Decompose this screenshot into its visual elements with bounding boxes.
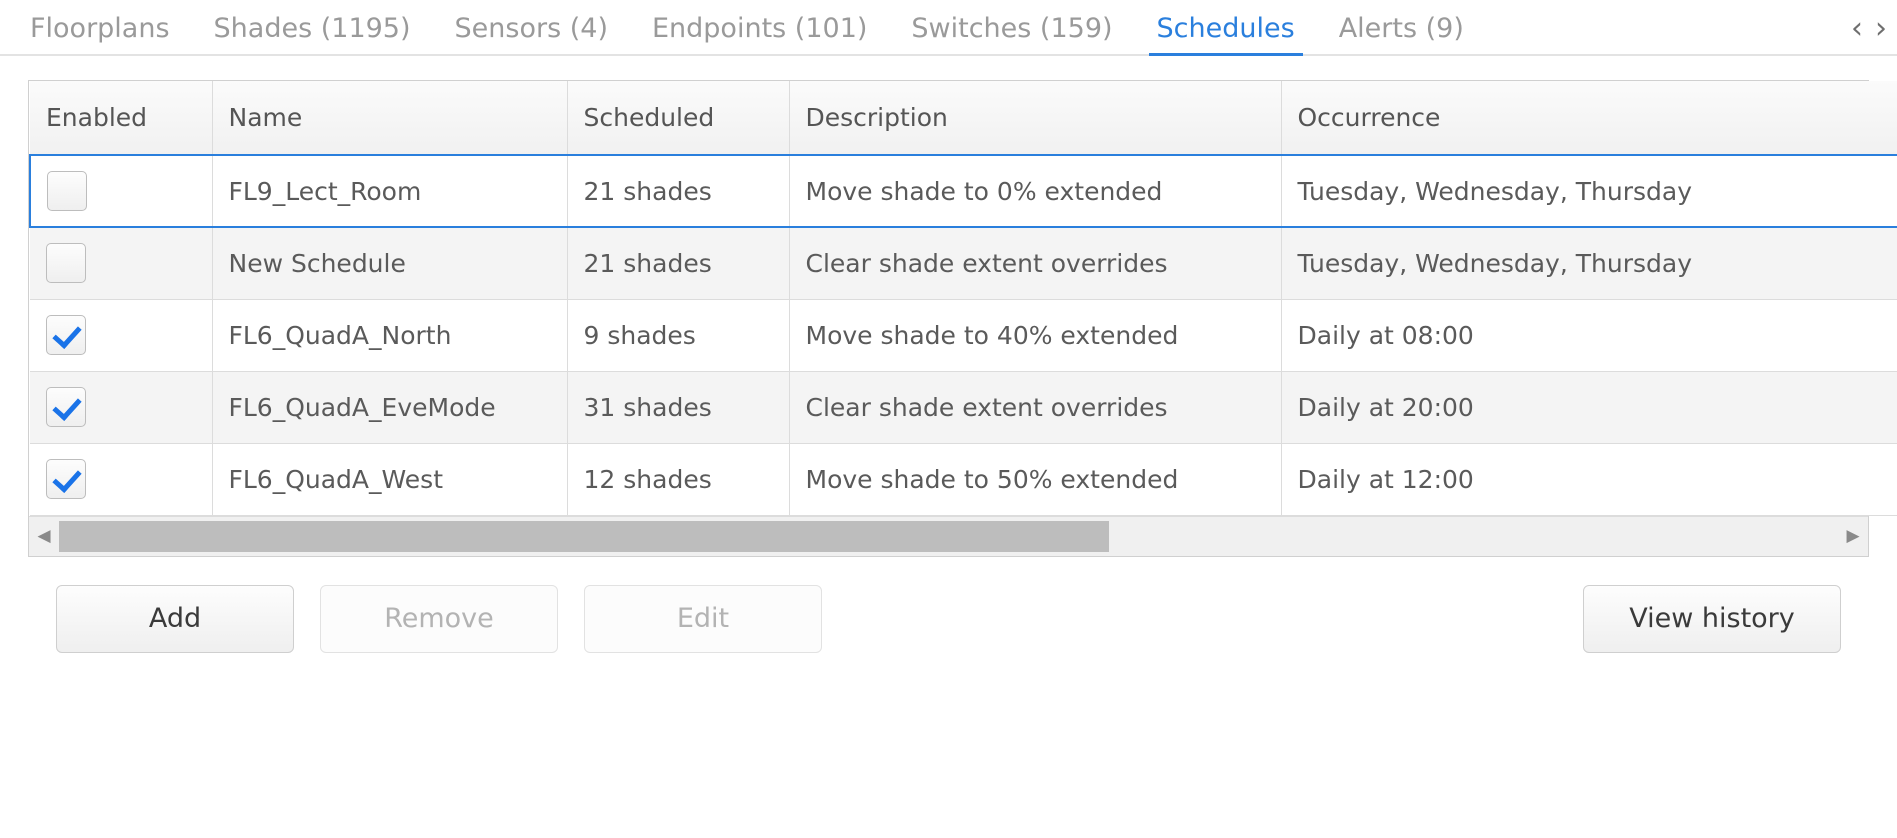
column-header-enabled[interactable]: Enabled [30, 81, 213, 156]
add-button[interactable]: Add [56, 584, 294, 653]
cell-occurrence: Tuesday, Wednesday, Thursday [1281, 227, 1897, 300]
tab-shades-1195[interactable]: Shades (1195) [192, 15, 433, 54]
view-history-button[interactable]: View history [1583, 584, 1841, 653]
cell-name: FL6_QuadA_EveMode [212, 371, 568, 444]
tab-alerts-9[interactable]: Alerts (9) [1317, 15, 1486, 54]
tab-schedules[interactable]: Schedules [1135, 15, 1317, 56]
cell-scheduled: 9 shades [567, 299, 790, 372]
cell-description: Move shade to 0% extended [789, 154, 1282, 228]
tab-endpoints-101[interactable]: Endpoints (101) [630, 15, 889, 54]
table-header-row: Enabled Name Scheduled Description Occur… [30, 81, 1897, 156]
schedules-panel: Enabled Name Scheduled Description Occur… [0, 56, 1897, 653]
action-bar: Add Remove Edit View history [28, 557, 1869, 653]
column-header-name[interactable]: Name [212, 81, 568, 156]
cell-name: FL9_Lect_Room [212, 154, 568, 228]
cell-occurrence: Tuesday, Wednesday, Thursday [1281, 154, 1897, 228]
checkbox-checked[interactable] [46, 315, 86, 355]
column-header-scheduled[interactable]: Scheduled [567, 81, 790, 156]
cell-enabled [30, 443, 213, 516]
remove-button: Remove [320, 584, 558, 653]
cell-description: Move shade to 40% extended [789, 299, 1282, 372]
table-row[interactable]: FL6_QuadA_EveMode 31 shades Clear shade ex… [30, 371, 1897, 444]
cell-scheduled: 12 shades [567, 443, 790, 516]
cell-name: FL6_QuadA_North [212, 299, 568, 372]
cell-name: FL6_QuadA_West [212, 443, 568, 516]
schedules-table-container: Enabled Name Scheduled Description Occur… [28, 80, 1897, 557]
cell-scheduled: 21 shades [567, 154, 790, 228]
table-body: FL9_Lect_Room 21 shades Move shade to 0% e… [29, 154, 1897, 516]
cell-scheduled: 21 shades [567, 227, 790, 300]
table-row[interactable]: FL9_Lect_Room 21 shades Move shade to 0% e… [29, 154, 1897, 228]
cell-scheduled: 31 shades [567, 371, 790, 444]
cell-enabled [29, 154, 213, 228]
cell-enabled [30, 371, 213, 444]
table-row[interactable]: FL6_QuadA_West 12 shades Move shade to 50%… [30, 443, 1897, 516]
tab-switches-159[interactable]: Switches (159) [889, 15, 1134, 54]
table-head: Enabled Name Scheduled Description Occur… [30, 81, 1897, 156]
horizontal-scrollbar[interactable]: ◀ ▶ [29, 515, 1868, 556]
cell-occurrence: Daily at 12:00 [1281, 443, 1897, 516]
checkbox-unchecked[interactable] [46, 243, 86, 284]
checkbox-checked[interactable] [46, 459, 86, 499]
chevron-left-icon[interactable]: ‹ [1851, 14, 1863, 44]
cell-description: Move shade to 50% extended [789, 443, 1282, 516]
column-header-description[interactable]: Description [789, 81, 1282, 156]
cell-name: New Schedule [212, 227, 568, 300]
schedules-table: Enabled Name Scheduled Description Occur… [29, 81, 1897, 516]
tab-nav-controls: ‹ › [1851, 14, 1897, 54]
cell-enabled [30, 227, 213, 300]
checkbox-unchecked[interactable] [47, 171, 87, 211]
scroll-left-arrow-icon[interactable]: ◀ [29, 527, 59, 545]
table-row[interactable]: New Schedule 21 shades Clear shade extent … [30, 227, 1897, 300]
cell-occurrence: Daily at 08:00 [1281, 299, 1897, 372]
checkbox-checked[interactable] [46, 387, 86, 427]
scroll-right-arrow-icon[interactable]: ▶ [1838, 527, 1868, 545]
chevron-right-icon[interactable]: › [1875, 14, 1887, 44]
cell-enabled [30, 299, 213, 372]
tab-list: Floorplans Shades (1195) Sensors (4) Endpoi… [8, 15, 1486, 56]
cell-description: Clear shade extent overrides [789, 371, 1282, 444]
scrollbar-track[interactable] [59, 517, 1838, 556]
tab-floorplans[interactable]: Floorplans [8, 15, 192, 54]
table-row[interactable]: FL6_QuadA_North 9 shades Move shade to 40%… [30, 299, 1897, 372]
cell-description: Clear shade extent overrides [789, 227, 1282, 300]
tab-sensors-4[interactable]: Sensors (4) [433, 15, 630, 54]
column-header-occurrence[interactable]: Occurrence [1281, 81, 1897, 156]
scrollbar-thumb[interactable] [59, 520, 1109, 552]
edit-button: Edit [584, 584, 822, 653]
cell-occurrence: Daily at 20:00 [1281, 371, 1897, 444]
tab-bar: Floorplans Shades (1195) Sensors (4) Endpoi… [0, 0, 1897, 56]
